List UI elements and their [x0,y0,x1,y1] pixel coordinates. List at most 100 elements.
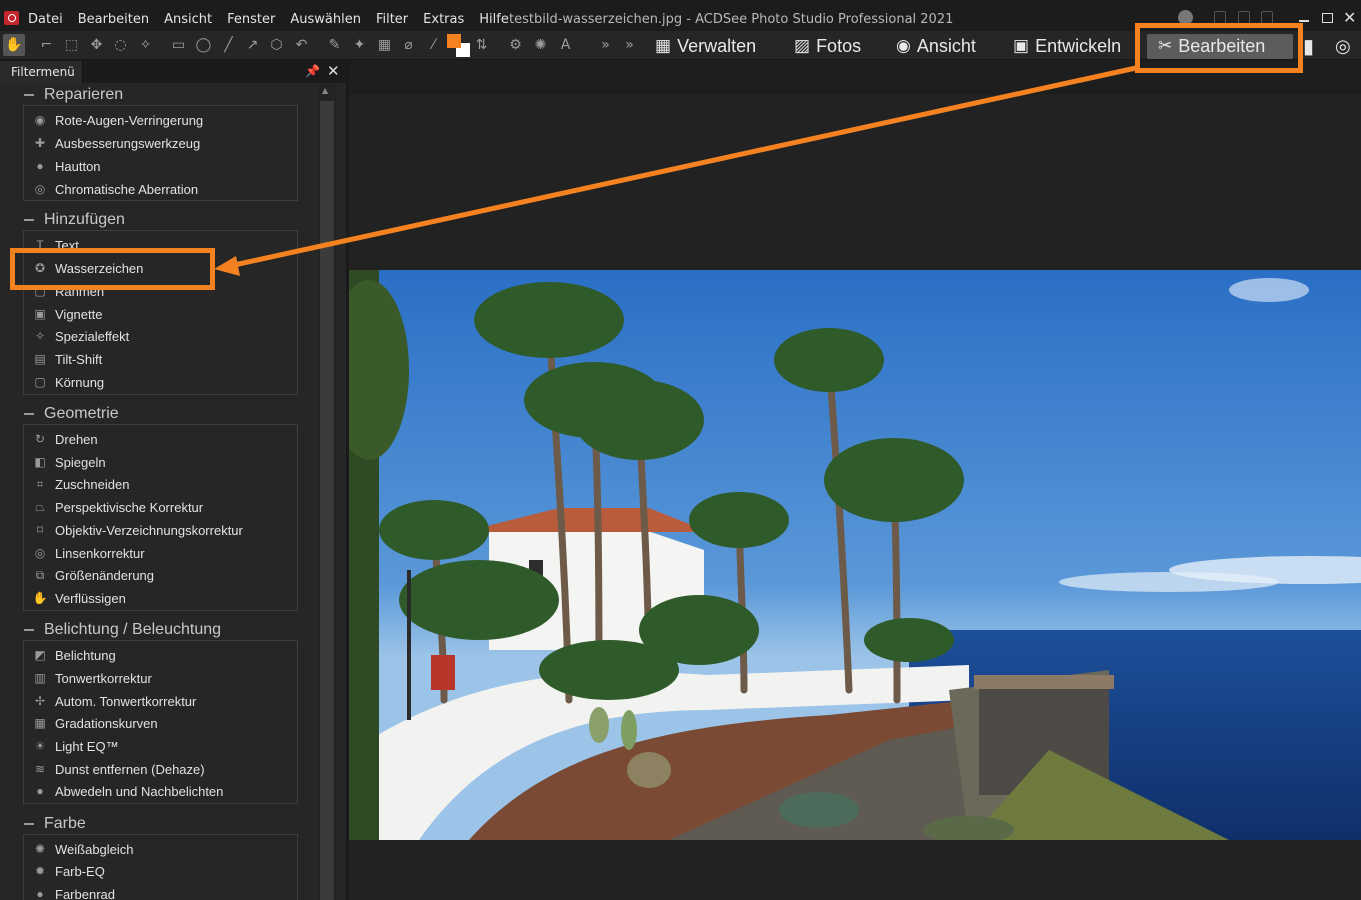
collapse-icon [24,629,34,631]
clone-stamp-icon[interactable]: ✦ [351,37,368,53]
minimize-button[interactable] [1299,20,1309,22]
group-belichtung[interactable]: Belichtung / Beleuchtung [24,621,221,639]
eye-icon: ◉ [34,113,46,127]
filter-item-perspektive[interactable]: ⏢ Perspektivische Korrektur [33,498,203,516]
brush-icon[interactable]: ✎ [326,37,343,53]
filter-item-rote-augen[interactable]: ◉ Rote-Augen-Verringerung [33,111,203,129]
eyedropper-icon[interactable]: ⁄ [425,37,442,53]
sun-icon: ☀ [34,739,46,753]
filter-item-farbenrad[interactable]: ● Farbenrad [33,885,115,900]
hand-tool-icon[interactable]: ✋ [3,34,25,56]
liquify-icon: ✋ [32,591,48,605]
tab-fotos-label: Fotos [816,35,862,56]
more-tools-icon[interactable]: » [597,37,614,53]
develop-icon: ▣ [1013,36,1030,55]
menu-bearbeiten[interactable]: Bearbeiten [78,12,149,27]
pin-icon[interactable]: 📌 [305,64,320,78]
tab-ansicht[interactable]: ◉ Ansicht [896,35,976,57]
filter-item-spiegeln[interactable]: ◧ Spiegeln [33,453,105,471]
more-modes-icon[interactable]: » [621,37,638,53]
menu-datei[interactable]: Datei [28,12,63,27]
color-wheel-icon: ● [36,887,44,900]
menu-fenster[interactable]: Fenster [227,12,275,27]
foreground-color-swatch[interactable] [447,34,461,48]
eraser-icon[interactable]: ⌀ [400,37,417,53]
filter-item-groessenaenderung[interactable]: ⧉ Größenänderung [33,566,154,584]
filter-item-tonwertkorrektur[interactable]: ▥ Tonwertkorrektur [33,669,151,687]
group-title: Geometrie [44,405,119,422]
person-icon: ● [36,159,44,173]
color-eq-icon: ✹ [34,864,46,878]
arrow-tool-icon[interactable]: ↗ [244,37,261,53]
marquee-select-icon[interactable]: ⬚ [63,37,80,53]
filter-item-verfluessigen[interactable]: ✋ Verflüssigen [33,589,126,607]
perspective-icon: ⏢ [35,499,45,514]
tab-verwalten[interactable]: ▦ Verwalten [655,35,756,57]
curve-tool-icon[interactable]: ↶ [293,37,310,53]
filter-item-vignette[interactable]: ▣ Vignette [33,305,102,323]
filter-item-light-eq[interactable]: ☀ Light EQ™ [33,737,119,755]
group-geometrie[interactable]: Geometrie [24,405,119,423]
filter-item-gradationskurven[interactable]: ▦ Gradationskurven [33,714,157,732]
ellipse-tool-icon[interactable]: ◯ [195,37,212,53]
group-title: Reparieren [44,86,124,103]
photos-icon: ▨ [794,36,811,55]
flip-icon: ◧ [34,455,46,469]
histogram-icon[interactable]: ▮ [1303,35,1314,58]
panel-scroll-thumb[interactable] [320,101,334,900]
levels-icon: ▥ [34,671,46,685]
gradient-icon[interactable]: ▦ [376,37,393,53]
magic-wand-icon[interactable]: ✧ [137,37,154,53]
menu-auswaehlen[interactable]: Auswählen [290,12,361,27]
filter-item-spezialeffekt[interactable]: ✧ Spezialeffekt [33,327,129,345]
close-window-button[interactable]: ✕ [1343,8,1356,27]
filter-item-koernung[interactable]: ▢ Körnung [33,373,104,391]
view-mode-icon[interactable]: ◎ [1335,35,1351,57]
maximize-button[interactable] [1322,13,1333,23]
menu-ansicht[interactable]: Ansicht [164,12,212,27]
filter-item-autom-tonwert[interactable]: ✢ Autom. Tonwertkorrektur [33,692,196,710]
transform-icon[interactable]: ✥ [88,37,105,53]
lasso-icon[interactable]: ◌ [112,37,129,53]
filter-item-abwedeln[interactable]: ● Abwedeln und Nachbelichten [33,782,223,800]
tab-entwickeln[interactable]: ▣ Entwickeln [1013,35,1121,57]
filter-item-hautton[interactable]: ● Hautton [33,157,100,175]
filter-item-zuschneiden[interactable]: ⌗ Zuschneiden [33,475,130,493]
tab-fotos[interactable]: ▨ Fotos [794,35,861,57]
panel-close-icon[interactable]: ✕ [327,62,340,80]
filter-item-chromatische-aberration[interactable]: ◎ Chromatische Aberration [33,180,198,198]
polygon-lasso-icon[interactable]: ⌐ [38,37,55,53]
polygon-tool-icon[interactable]: ⬡ [268,37,285,53]
photo-preview [349,270,1361,840]
filter-item-dehaze[interactable]: ≋ Dunst entfernen (Dehaze) [33,760,205,778]
filter-item-farb-eq[interactable]: ✹ Farb-EQ [33,862,105,880]
group-title: Hinzufügen [44,211,125,228]
filter-item-linsenkorrektur[interactable]: ◎ Linsenkorrektur [33,544,145,562]
swap-colors-icon[interactable]: ⇅ [473,37,490,53]
white-balance-icon: ✺ [34,842,46,856]
line-tool-icon[interactable]: ╱ [220,37,237,53]
rotate-icon: ↻ [34,432,46,446]
filter-item-objektiv-verzeichnung[interactable]: ⌑ Objektiv-Verzeichnungskorrektur [33,521,243,539]
menu-filter[interactable]: Filter [376,12,408,27]
menu-hilfe[interactable]: Hilfe [479,12,509,27]
bandage-icon: ✚ [34,136,46,150]
scroll-up-icon[interactable]: ▲ [322,86,328,95]
filter-item-tilt-shift[interactable]: ▤ Tilt-Shift [33,350,102,368]
filter-item-drehen[interactable]: ↻ Drehen [33,430,98,448]
acdsee-app-icon[interactable] [4,11,19,25]
rectangle-tool-icon[interactable]: ▭ [170,37,187,53]
filter-item-belichtung[interactable]: ◩ Belichtung [33,646,115,664]
group-hinzufuegen[interactable]: Hinzufügen [24,211,125,229]
filter-item-ausbesserung[interactable]: ✚ Ausbesserungswerkzeug [33,134,200,152]
group-reparieren[interactable]: Reparieren [24,86,123,104]
effects-icon[interactable]: ✺ [532,37,549,53]
crop-icon: ⌗ [36,476,44,491]
filter-item-weissabgleich[interactable]: ✺ Weißabgleich [33,840,134,858]
distortion-icon: ⌑ [36,523,44,537]
group-farbe[interactable]: Farbe [24,815,86,833]
settings-gear-icon[interactable]: ⚙ [507,37,524,53]
text-tool-icon[interactable]: A [557,37,574,53]
vignette-icon: ▣ [34,307,46,321]
menu-extras[interactable]: Extras [423,12,464,27]
